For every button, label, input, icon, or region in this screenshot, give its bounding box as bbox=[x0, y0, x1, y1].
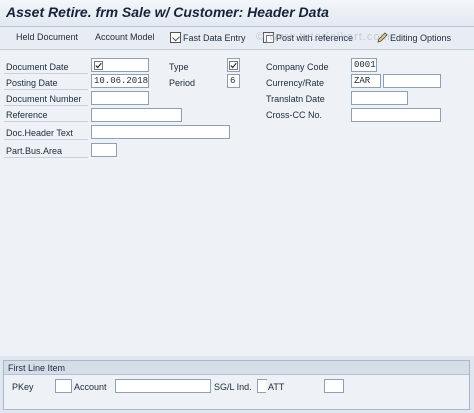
att-label: ATT bbox=[266, 380, 296, 394]
document-number-field[interactable] bbox=[91, 91, 149, 105]
translatn-date-field[interactable] bbox=[351, 91, 408, 105]
required-check-icon bbox=[94, 61, 103, 70]
post-with-reference-button[interactable]: Post with reference bbox=[263, 32, 353, 43]
fast-data-entry-icon bbox=[170, 32, 181, 43]
application-toolbar: Held Document Account Model Fast Data En… bbox=[0, 27, 474, 50]
att-field[interactable] bbox=[324, 379, 344, 393]
account-model-button[interactable]: Account Model bbox=[95, 32, 155, 42]
editing-options-label: Editing Options bbox=[390, 32, 452, 43]
pencil-icon bbox=[377, 32, 388, 43]
translatn-date-label: Translatn Date bbox=[264, 92, 346, 106]
account-model-label: Account Model bbox=[95, 32, 155, 42]
header-data-form: Document Date Type Company Code 0001 Pos… bbox=[0, 50, 474, 356]
part-bus-area-field[interactable] bbox=[91, 143, 117, 157]
editing-options-button[interactable]: Editing Options bbox=[377, 32, 451, 43]
exchange-rate-field[interactable] bbox=[383, 74, 441, 88]
post-with-reference-label: Post with reference bbox=[276, 32, 354, 43]
currency-rate-label: Currency/Rate bbox=[264, 76, 346, 90]
held-document-label: Held Document bbox=[16, 32, 79, 42]
fast-data-entry-button[interactable]: Fast Data Entry bbox=[170, 32, 246, 43]
first-line-item-title: First Line Item bbox=[4, 361, 469, 375]
doc-header-text-label: Doc.Header Text bbox=[4, 126, 88, 140]
currency-field[interactable]: ZAR bbox=[351, 74, 381, 88]
held-document-button[interactable]: Held Document bbox=[16, 32, 78, 42]
window-title: Asset Retire. frm Sale w/ Customer: Head… bbox=[6, 4, 329, 20]
fast-data-entry-label: Fast Data Entry bbox=[183, 32, 246, 43]
first-line-item-section: First Line Item PKey Account SG/L Ind. A… bbox=[3, 360, 470, 410]
title-bar: Asset Retire. frm Sale w/ Customer: Head… bbox=[0, 0, 474, 27]
company-code-field[interactable]: 0001 bbox=[351, 58, 377, 72]
period-field[interactable]: 6 bbox=[227, 74, 240, 88]
document-date-field[interactable] bbox=[91, 58, 149, 72]
cross-cc-no-label: Cross-CC No. bbox=[264, 108, 346, 122]
post-with-reference-icon bbox=[263, 32, 274, 43]
cross-cc-no-field[interactable] bbox=[351, 108, 441, 122]
reference-label: Reference bbox=[4, 108, 88, 122]
type-label: Type bbox=[167, 60, 217, 74]
document-date-label: Document Date bbox=[4, 60, 88, 74]
document-number-label: Document Number bbox=[4, 92, 88, 106]
account-label: Account bbox=[72, 380, 112, 394]
sgl-ind-label: SG/L Ind. bbox=[212, 380, 256, 394]
type-field[interactable] bbox=[227, 58, 240, 72]
pkey-field[interactable] bbox=[55, 379, 72, 393]
doc-header-text-field[interactable] bbox=[91, 125, 230, 139]
account-field[interactable] bbox=[115, 379, 211, 393]
period-label: Period bbox=[167, 76, 217, 90]
reference-field[interactable] bbox=[91, 108, 182, 122]
company-code-label: Company Code bbox=[264, 60, 346, 74]
posting-date-field[interactable]: 10.06.2018 bbox=[91, 74, 149, 88]
posting-date-label: Posting Date bbox=[4, 76, 88, 90]
part-bus-area-label: Part.Bus.Area bbox=[4, 144, 88, 158]
required-check-icon bbox=[229, 61, 238, 70]
pkey-label: PKey bbox=[10, 380, 50, 394]
